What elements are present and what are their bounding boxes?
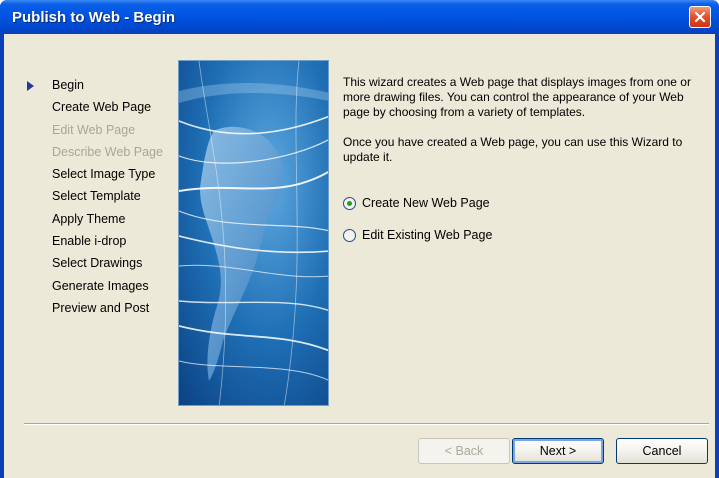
step-begin: Begin xyxy=(24,74,184,96)
back-button[interactable]: < Back xyxy=(418,438,510,464)
step-generate-images: Generate Images xyxy=(24,275,184,297)
radio-button[interactable] xyxy=(343,228,356,242)
step-label: Apply Theme xyxy=(52,211,126,226)
description-paragraph: Once you have created a Web page, you ca… xyxy=(343,135,683,164)
step-label: Create Web Page xyxy=(52,100,152,115)
step-edit-web-page: Edit Web Page xyxy=(24,119,184,141)
step-label: Generate Images xyxy=(52,278,149,293)
step-describe-web-page: Describe Web Page xyxy=(24,141,184,163)
current-step-arrow-icon xyxy=(27,81,34,91)
close-button[interactable] xyxy=(689,6,711,28)
option-label: Create New Web Page xyxy=(362,196,490,210)
step-preview-and-post: Preview and Post xyxy=(24,297,184,319)
footer-divider xyxy=(24,423,709,425)
step-label: Select Drawings xyxy=(52,256,143,271)
step-select-drawings: Select Drawings xyxy=(24,252,184,274)
window-title: Publish to Web - Begin xyxy=(12,9,176,26)
step-select-image-type: Select Image Type xyxy=(24,163,184,185)
step-create-web-page: Create Web Page xyxy=(24,96,184,118)
step-label: Edit Web Page xyxy=(52,122,136,137)
globe-image xyxy=(179,61,328,405)
step-label: Select Image Type xyxy=(52,167,156,182)
cancel-button[interactable]: Cancel xyxy=(616,438,708,464)
wizard-steps-list: Begin Create Web Page Edit Web Page Desc… xyxy=(24,74,184,319)
next-button[interactable]: Next > xyxy=(512,438,604,464)
option-label: Edit Existing Web Page xyxy=(362,228,493,242)
wizard-description: This wizard creates a Web page that disp… xyxy=(343,75,713,165)
step-label: Select Template xyxy=(52,189,141,204)
step-label: Describe Web Page xyxy=(52,144,163,159)
step-select-template: Select Template xyxy=(24,185,184,207)
globe-banner-image xyxy=(178,60,329,406)
step-label: Begin xyxy=(52,78,84,92)
wizard-window: Publish to Web - Begin Begin Create Web … xyxy=(0,0,719,478)
step-enable-i-drop: Enable i-drop xyxy=(24,230,184,252)
description-paragraph: This wizard creates a Web page that disp… xyxy=(343,75,691,119)
edit-existing-web-page-option[interactable]: Edit Existing Web Page xyxy=(343,226,492,244)
dialog-body: Begin Create Web Page Edit Web Page Desc… xyxy=(4,34,715,478)
step-label: Enable i-drop xyxy=(52,234,127,249)
close-icon xyxy=(694,11,706,23)
radio-button-selected[interactable] xyxy=(343,196,356,210)
step-label: Preview and Post xyxy=(52,300,150,315)
create-new-web-page-option[interactable]: Create New Web Page xyxy=(343,194,490,212)
step-apply-theme: Apply Theme xyxy=(24,208,184,230)
title-bar[interactable]: Publish to Web - Begin xyxy=(0,0,719,34)
